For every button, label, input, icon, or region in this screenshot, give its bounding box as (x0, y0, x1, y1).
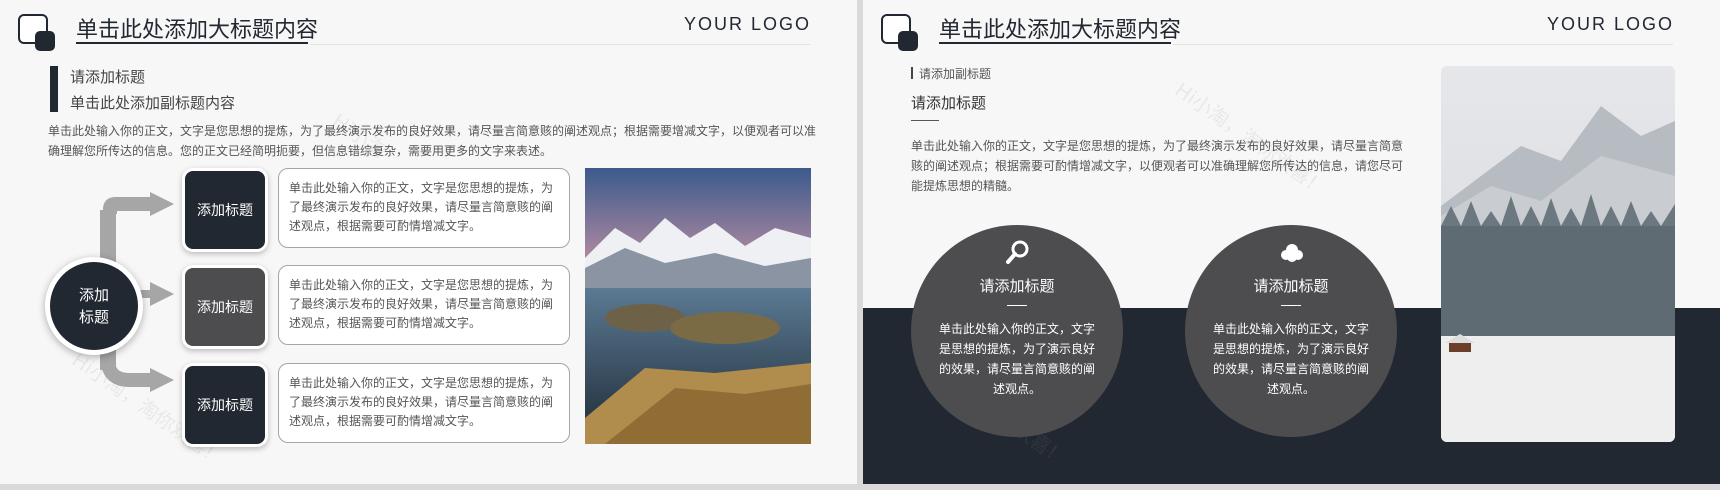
landscape-photo (585, 168, 811, 444)
intro-text[interactable]: 单击此处输入你的正文，文字是您思想的提炼，为了最终演示发布的良好效果，请尽量言简… (48, 121, 816, 161)
item-text-1[interactable]: 单击此处输入你的正文，文字是您思想的提炼，为了最终演示发布的良好效果，请尽量言简… (278, 168, 570, 248)
title-underline (939, 42, 1171, 44)
snow-forest-photo (1441, 66, 1675, 442)
accent-bar (50, 66, 58, 112)
item-box-2[interactable]: 添加标题 (185, 268, 265, 346)
heading-2[interactable]: 单击此处添加副标题内容 (70, 92, 235, 113)
item-text-2[interactable]: 单击此处输入你的正文，文字是您思想的提炼，为了最终演示发布的良好效果，请尽量言简… (278, 265, 570, 345)
heading-underline (911, 120, 939, 121)
logo-mark-icon (881, 14, 918, 51)
brand-logo: YOUR LOGO (683, 14, 811, 34)
item-box-1[interactable]: 添加标题 (185, 171, 265, 249)
feature-text: 单击此处输入你的正文，文字是思想的提炼，为了演示良好的效果，请尽量言简意赅的阐述… (1212, 322, 1369, 396)
center-node[interactable]: 添加 标题 (50, 262, 138, 350)
feature-circle-1[interactable]: 请添加标题 单击此处输入你的正文，文字是思想的提炼，为了演示良好的效果，请尽量言… (911, 225, 1123, 437)
divider (1173, 44, 1673, 45)
feature-divider (1007, 305, 1027, 306)
slide-2: Hi小淘，淘你欢喜! Hi小淘，淘你欢喜! 单击此处添加大标题内容 YOUR L… (863, 0, 1720, 484)
feature-circle-2[interactable]: 请添加标题 单击此处输入你的正文，文字是思想的提炼，为了演示良好的效果，请尽量言… (1185, 225, 1397, 437)
brand-logo: YOUR LOGO (1546, 14, 1674, 34)
item-box-3[interactable]: 添加标题 (185, 366, 265, 444)
subtitle-bar (911, 67, 913, 79)
center-node-label: 添加 标题 (78, 286, 109, 326)
item-text-3[interactable]: 单击此处输入你的正文，文字是您思想的提炼，为了最终演示发布的良好效果，请尽量言简… (278, 363, 570, 443)
logo-mark-icon (18, 14, 55, 51)
title-underline (76, 42, 308, 44)
cloud-icon (1281, 244, 1303, 262)
page-title[interactable]: 单击此处添加大标题内容 (76, 12, 318, 44)
item-box-label: 添加标题 (197, 203, 253, 219)
feature-title: 请添加标题 (1253, 277, 1329, 295)
page-title[interactable]: 单击此处添加大标题内容 (939, 12, 1181, 44)
item-box-label: 添加标题 (197, 398, 253, 414)
body-text[interactable]: 单击此处输入你的正文，文字是您思想的提炼，为了最终演示发布的良好效果，请尽量言简… (911, 136, 1411, 196)
feature-divider (1281, 305, 1301, 306)
magnifier-icon (1006, 240, 1029, 264)
slide-1: Hi小淘 Hi小淘，淘你欢喜! 单击此处添加大标题内容 YOUR LOGO 请添… (0, 0, 857, 484)
item-box-label: 添加标题 (197, 300, 253, 316)
small-subtitle[interactable]: 请添加副标题 (919, 65, 991, 82)
divider (310, 44, 810, 45)
feature-text: 单击此处输入你的正文，文字是思想的提炼，为了演示良好的效果，请尽量言简意赅的阐述… (938, 322, 1095, 396)
feature-title: 请添加标题 (979, 277, 1055, 295)
section-heading[interactable]: 请添加标题 (911, 92, 986, 113)
heading-1[interactable]: 请添加标题 (70, 66, 145, 87)
